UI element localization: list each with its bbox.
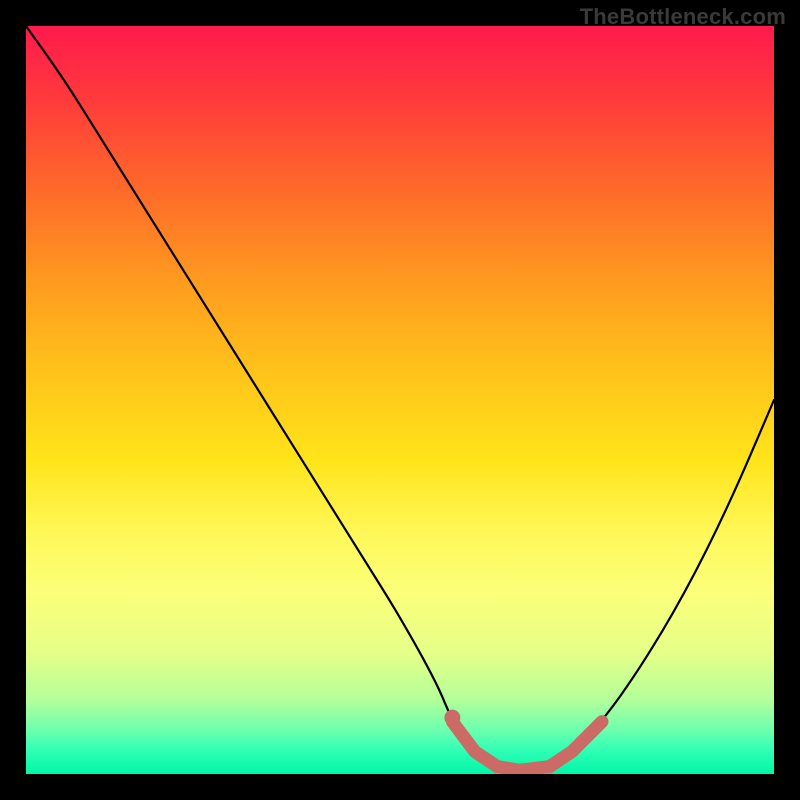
chart-plot bbox=[26, 26, 774, 774]
optimal-range-overlay bbox=[452, 722, 602, 771]
watermark-text: TheBottleneck.com bbox=[580, 4, 786, 30]
bottleneck-curve-line bbox=[26, 26, 774, 769]
chart-frame bbox=[26, 26, 774, 774]
